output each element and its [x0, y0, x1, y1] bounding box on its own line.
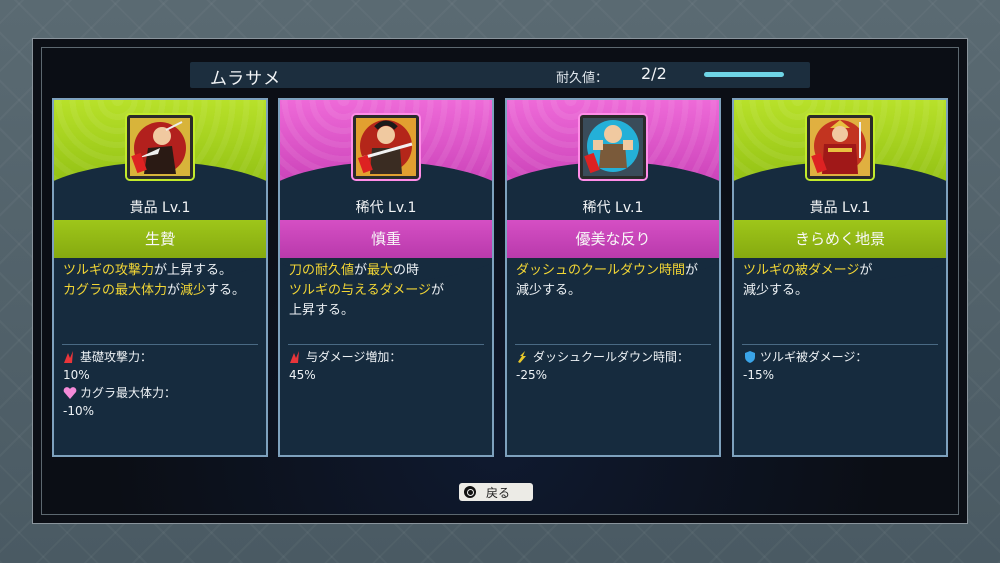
description-line: 刀の耐久値が最大の時: [289, 261, 486, 281]
description-text: が上昇する。: [154, 263, 233, 278]
swordsman-portrait-icon: [353, 115, 419, 179]
description-line: ツルギの与えるダメージが: [289, 281, 486, 301]
stat-label: 与ダメージ増加：: [306, 350, 402, 364]
samurai-armor-portrait-icon: [807, 115, 873, 179]
durability-bar-fill: [704, 72, 784, 77]
stat-label-row: 与ダメージ増加：: [289, 348, 486, 366]
description-line: ダッシュのクールダウン時間が: [516, 261, 713, 281]
highlighted-text: ダッシュのクールダウン時間: [516, 263, 686, 278]
weapon-title: ムラサメ: [210, 69, 282, 89]
description-text: の時: [393, 263, 420, 278]
circle-button-icon: [464, 486, 476, 498]
back-label: 戻る: [486, 485, 511, 500]
description-text: が: [354, 263, 368, 278]
stat-label: ダッシュクールダウン時間：: [533, 350, 690, 364]
card-stats: 与ダメージ増加： 45%: [289, 348, 486, 384]
card-description: 刀の耐久値が最大の時 ツルギの与えるダメージが 上昇する。: [289, 261, 486, 321]
stat-value: -10%: [63, 404, 95, 418]
description-line: 減少する。: [743, 281, 940, 301]
description-line: ツルギの攻撃力が上昇する。: [63, 261, 260, 281]
stat-value: 10%: [63, 368, 90, 382]
card-stats: ツルギ被ダメージ： -15%: [743, 348, 940, 384]
shield-icon: [743, 350, 757, 364]
stat-label-row: ダッシュクールダウン時間：: [516, 348, 713, 366]
heart-icon: [63, 386, 77, 400]
back-button[interactable]: 戻る: [459, 483, 533, 501]
stat-value: -25%: [516, 368, 548, 382]
brawler-portrait-icon: [580, 115, 646, 179]
durability-label: 耐久値：: [556, 71, 609, 86]
warrior-crimson-portrait-icon: [127, 115, 193, 179]
highlighted-text: 減少: [180, 283, 207, 298]
card-skill-name: 優美な反り: [507, 220, 719, 258]
highlighted-text: 最大: [367, 263, 394, 278]
card-skill-name: きらめく地景: [734, 220, 946, 258]
card-skill-name: 生贄: [54, 220, 266, 258]
stat-label: ツルギ被ダメージ：: [760, 350, 868, 364]
stat-label: 基礎攻撃力：: [80, 350, 153, 364]
description-text: が: [167, 283, 181, 298]
card-divider: [62, 344, 258, 345]
stat-label-row: カグラ最大体力：: [63, 384, 260, 402]
description-text: 減少する。: [743, 283, 809, 298]
skill-card[interactable]: 貴品 Lv.1 きらめく地景ツルギの被ダメージが減少する。ツルギ被ダメージ： -15…: [732, 98, 948, 457]
skill-card[interactable]: 貴品 Lv.1 生贄 ツルギの攻撃力が上昇する。 カグラの最大体力が減少する。 基礎攻撃…: [52, 98, 268, 457]
card-divider: [288, 344, 484, 345]
card-divider: [742, 344, 938, 345]
highlighted-text: ツルギの与えるダメージ: [289, 283, 431, 298]
highlighted-text: ツルギの攻撃力: [63, 263, 155, 278]
card-rarity-level: 稀代 Lv.1: [582, 200, 644, 216]
durability-bar: [704, 72, 784, 77]
highlighted-text: ツルギの被ダメージ: [743, 263, 860, 278]
description-line: 減少する。: [516, 281, 713, 301]
card-rarity-level: 稀代 Lv.1: [355, 200, 417, 216]
durability-value: 2/2: [641, 64, 667, 83]
description-text: 上昇する。: [289, 303, 355, 318]
dash-icon: [516, 350, 530, 364]
stat-label-row: ツルギ被ダメージ：: [743, 348, 940, 366]
description-text: する。: [206, 283, 246, 298]
card-divider: [515, 344, 711, 345]
card-rarity-level: 貴品 Lv.1: [129, 200, 191, 216]
card-skill-name: 慎重: [280, 220, 492, 258]
stat-label: カグラ最大体力：: [80, 386, 177, 400]
card-stats: ダッシュクールダウン時間： -25%: [516, 348, 713, 384]
description-text: が: [859, 263, 873, 278]
attack-icon: [63, 350, 77, 364]
description-text: 減少する。: [516, 283, 582, 298]
description-text: が: [685, 263, 699, 278]
description-text: が: [430, 283, 444, 298]
attack-icon: [289, 350, 303, 364]
card-description: ダッシュのクールダウン時間が減少する。: [516, 261, 713, 301]
description-line: ツルギの被ダメージが: [743, 261, 940, 281]
card-rarity-level: 貴品 Lv.1: [809, 200, 871, 216]
stat-value: -15%: [743, 368, 775, 382]
highlighted-text: カグラの最大体力: [63, 283, 168, 298]
skill-card[interactable]: 稀代 Lv.1 慎重 刀の耐久値が最大の時 ツルギの与えるダメージが 上昇する。 与ダメー…: [278, 98, 494, 457]
highlighted-text: 刀の耐久値: [289, 263, 355, 278]
card-description: ツルギの被ダメージが減少する。: [743, 261, 940, 301]
description-line: カグラの最大体力が減少する。: [63, 281, 260, 301]
skill-card[interactable]: 稀代 Lv.1 優美な反りダッシュのクールダウン時間が減少する。ダッシュクールダウ…: [505, 98, 721, 457]
card-stats: 基礎攻撃力： 10% カグラ最大体力： -10%: [63, 348, 260, 420]
stat-label-row: 基礎攻撃力：: [63, 348, 260, 366]
card-description: ツルギの攻撃力が上昇する。 カグラの最大体力が減少する。: [63, 261, 260, 301]
stat-value: 45%: [289, 368, 316, 382]
description-line: 上昇する。: [289, 301, 486, 321]
